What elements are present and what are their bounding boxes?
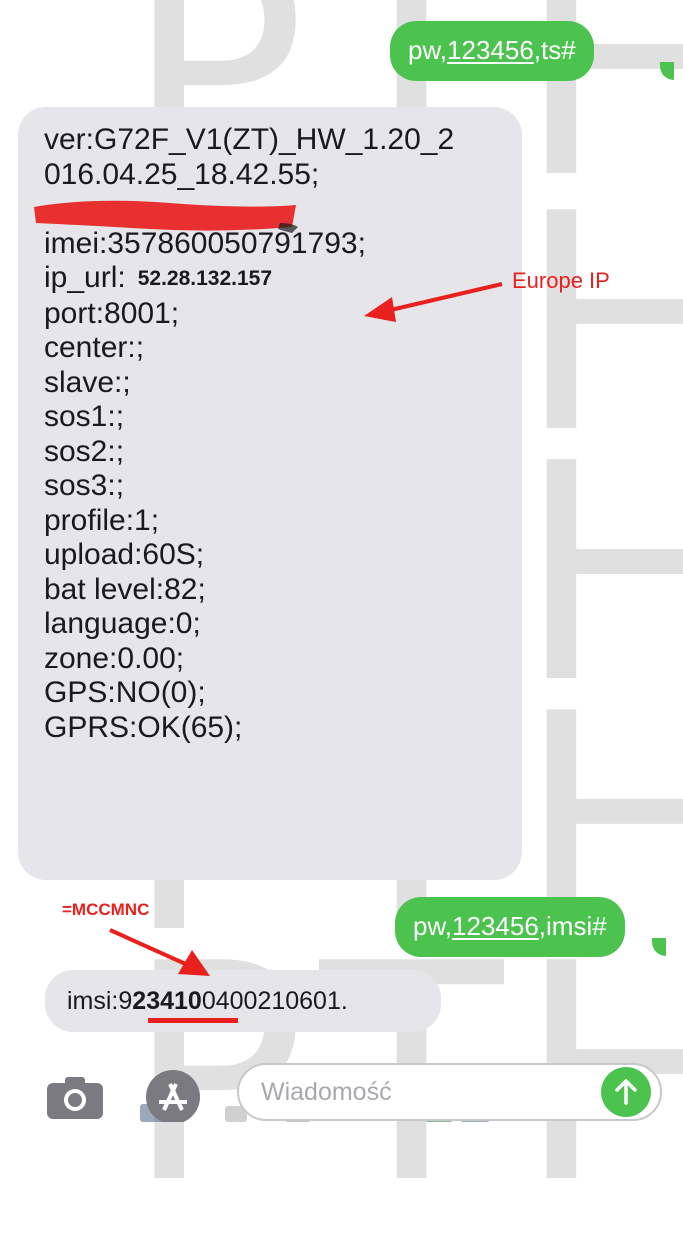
message-input[interactable] [237,1063,662,1121]
status-line: GPS:NO(0); [44,676,206,709]
app-store-icon[interactable] [142,1066,204,1122]
sent-message-ts[interactable]: pw,123456,ts# [390,21,594,81]
imsi-suffix: 0400210601. [201,987,348,1015]
status-line: sos1:; [44,400,125,433]
bubble-tail [660,62,674,80]
status-line: slave:; [44,365,131,399]
status-line: bat level:82; [44,572,206,606]
message-prefix: pw, [408,35,448,65]
camera-icon[interactable] [45,1075,105,1119]
bubble-tail [652,938,666,956]
status-line: zone:0.00; [44,641,185,675]
message-code-link[interactable]: 123456 [447,35,534,65]
status-line: sos2:; [44,434,125,468]
status-line: 016.04.25_18.42.55; [44,157,320,191]
status-line: center:; [44,331,145,364]
imsi-prefix: imsi:9 [67,987,133,1015]
ip-value: 52.28.132.157 [137,267,273,290]
redaction-mark [34,200,298,233]
status-line: GPRS:OK(65); [44,710,243,744]
imsi-mccmnc: 23410 [132,987,202,1015]
arrow-down-right-icon [109,928,210,976]
status-line: ver:G72F_V1(ZT)_HW_1.20_2 [44,123,455,156]
message-prefix: pw, [413,911,453,941]
arrow-left-icon [364,282,503,322]
ip-label: ip_url: [44,261,126,294]
status-line: upload:60S; [44,538,205,571]
annotation-europe-ip: Europe IP [512,268,610,293]
message-code-link[interactable]: 123456 [452,911,539,941]
arrow-up-icon [615,1079,637,1105]
message-suffix: ,imsi# [538,911,607,941]
status-line: profile:1; [44,503,160,537]
annotation-mccmnc: =MCCMNC [62,900,150,919]
status-line: sos3:; [44,469,125,502]
send-button[interactable] [601,1067,651,1117]
status-line: language:0; [44,607,201,640]
message-suffix: ,ts# [533,35,576,65]
sent-message-imsi[interactable]: pw,123456,imsi# [395,897,625,957]
mccmnc-underline [148,1018,238,1023]
